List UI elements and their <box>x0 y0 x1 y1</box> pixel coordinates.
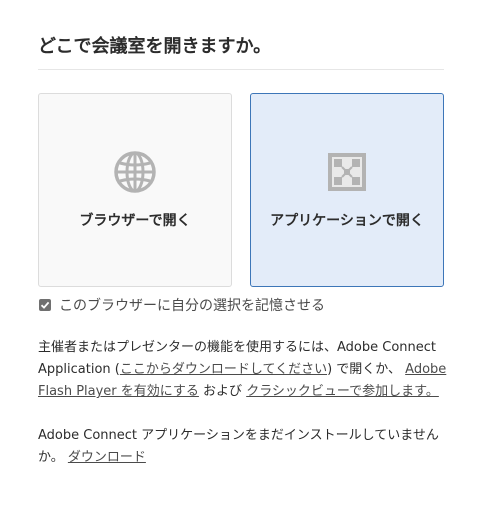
open-in-application-option[interactable]: アプリケーションで開く <box>250 93 444 287</box>
host-note-text-3: および <box>198 384 247 399</box>
remember-choice-row[interactable]: このブラウザーに自分の選択を記憶させる <box>38 295 445 315</box>
page-title: どこで会議室を開きますか。 <box>38 36 272 57</box>
install-note: Adobe Connect アプリケーションをまだインストールしていませんか。 … <box>38 425 448 469</box>
open-in-browser-label: ブラウザーで開く <box>79 213 191 229</box>
open-in-application-label: アプリケーションで開く <box>270 213 424 229</box>
meeting-open-page: どこで会議室を開きますか。 ブラウザーで開く アプリケーションで開く このブラウ… <box>0 0 483 516</box>
globe-icon <box>114 151 156 193</box>
remember-choice-checkbox[interactable] <box>39 299 51 311</box>
classic-view-link[interactable]: クラシックビューで参加します。 <box>246 384 439 399</box>
host-features-note: 主催者またはプレゼンターの機能を使用するには、Adobe Connect App… <box>38 337 448 403</box>
remember-choice-label: このブラウザーに自分の選択を記憶させる <box>59 298 325 314</box>
checkmark-icon <box>40 301 50 309</box>
open-options: ブラウザーで開く アプリケーションで開く <box>38 93 444 287</box>
host-note-text-2: ) で開くか、 <box>327 362 406 377</box>
download-here-link[interactable]: ここからダウンロードしてください <box>120 362 327 377</box>
adobe-connect-app-icon <box>328 153 366 191</box>
title-divider <box>38 69 444 70</box>
open-in-browser-option[interactable]: ブラウザーで開く <box>38 93 232 287</box>
download-link[interactable]: ダウンロード <box>68 450 146 465</box>
